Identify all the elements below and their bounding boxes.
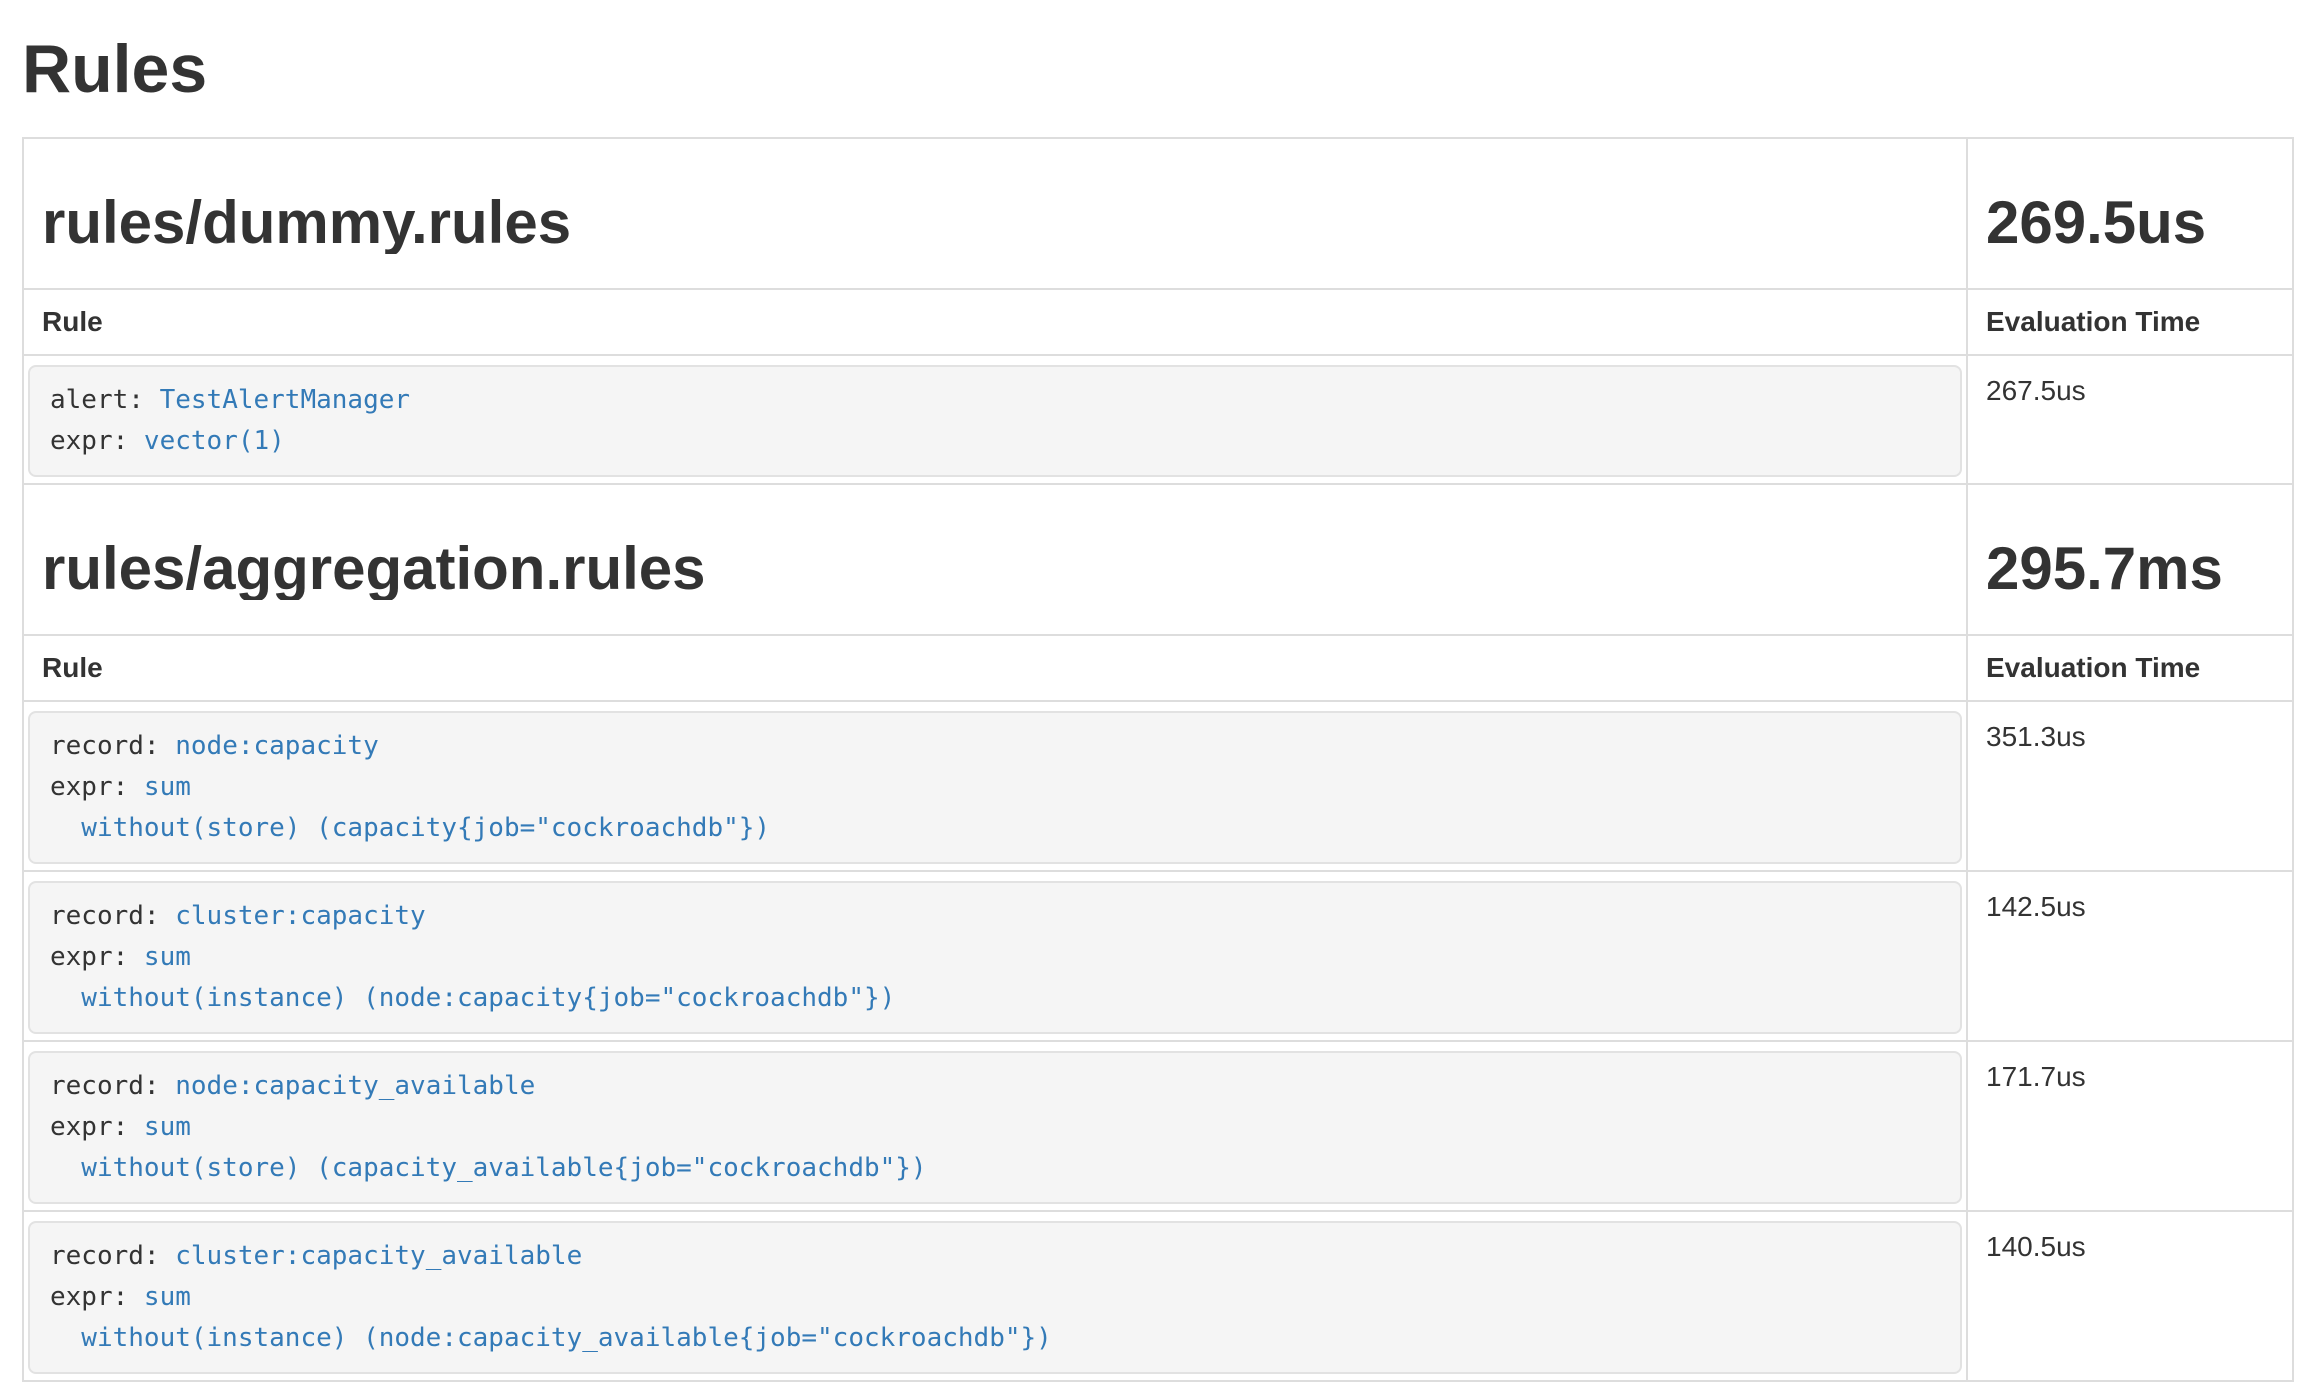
rule-row: record: node:capacity expr: sum without(… xyxy=(23,701,2293,871)
rule-code-link[interactable]: sum without(store) (capacity_available{j… xyxy=(50,1112,927,1183)
rule-group-table: rules/dummy.rules 269.5us Rule Evaluatio… xyxy=(22,137,2294,485)
rule-column-header: Rule xyxy=(42,652,103,683)
rule-evaluation-time: 140.5us xyxy=(1967,1211,2293,1381)
rule-evaluation-time: 267.5us xyxy=(1967,355,2293,484)
group-header-row: rules/aggregation.rules 295.7ms xyxy=(23,484,2293,635)
page-title: Rules xyxy=(22,32,2294,107)
rule-definition: record: node:capacity_available expr: su… xyxy=(28,1051,1962,1204)
rule-code-link[interactable]: node:capacity_available xyxy=(175,1071,535,1101)
column-header-row: Rule Evaluation Time xyxy=(23,289,2293,355)
rule-definition: record: cluster:capacity_available expr:… xyxy=(28,1221,1962,1374)
rule-code-link[interactable]: vector(1) xyxy=(144,426,285,456)
rule-group-file: rules/aggregation.rules xyxy=(42,537,1948,600)
rule-groups-container: rules/dummy.rules 269.5us Rule Evaluatio… xyxy=(22,137,2294,1382)
rule-code-link[interactable]: sum without(instance) (node:capacity{job… xyxy=(50,942,895,1013)
rules-page: Rules rules/dummy.rules 269.5us Rule Eva… xyxy=(0,0,2316,1382)
rule-row: alert: TestAlertManager expr: vector(1) … xyxy=(23,355,2293,484)
rule-evaluation-time: 171.7us xyxy=(1967,1041,2293,1211)
evaluation-time-column-header: Evaluation Time xyxy=(1986,652,2200,683)
rule-code-link[interactable]: sum without(instance) (node:capacity_ava… xyxy=(50,1282,1052,1353)
rule-definition: record: node:capacity expr: sum without(… xyxy=(28,711,1962,864)
rule-row: record: cluster:capacity_available expr:… xyxy=(23,1211,2293,1381)
rule-definition: record: cluster:capacity expr: sum witho… xyxy=(28,881,1962,1034)
rule-group-evaluation-time: 269.5us xyxy=(1986,191,2274,254)
evaluation-time-column-header: Evaluation Time xyxy=(1986,306,2200,337)
rule-row: record: node:capacity_available expr: su… xyxy=(23,1041,2293,1211)
rule-definition: alert: TestAlertManager expr: vector(1) xyxy=(28,365,1962,477)
rule-group-evaluation-time: 295.7ms xyxy=(1986,537,2274,600)
rule-evaluation-time: 142.5us xyxy=(1967,871,2293,1041)
group-header-row: rules/dummy.rules 269.5us xyxy=(23,138,2293,289)
rule-column-header: Rule xyxy=(42,306,103,337)
rule-group-file: rules/dummy.rules xyxy=(42,191,1948,254)
rule-row: record: cluster:capacity expr: sum witho… xyxy=(23,871,2293,1041)
rule-code-link[interactable]: TestAlertManager xyxy=(160,385,410,415)
rule-code-link[interactable]: node:capacity xyxy=(175,731,379,761)
rule-code-link[interactable]: sum without(store) (capacity{job="cockro… xyxy=(50,772,770,843)
column-header-row: Rule Evaluation Time xyxy=(23,635,2293,701)
rule-evaluation-time: 351.3us xyxy=(1967,701,2293,871)
rule-code-link[interactable]: cluster:capacity xyxy=(175,901,425,931)
rule-group-table: rules/aggregation.rules 295.7ms Rule Eva… xyxy=(22,483,2294,1382)
rule-code-link[interactable]: cluster:capacity_available xyxy=(175,1241,582,1271)
